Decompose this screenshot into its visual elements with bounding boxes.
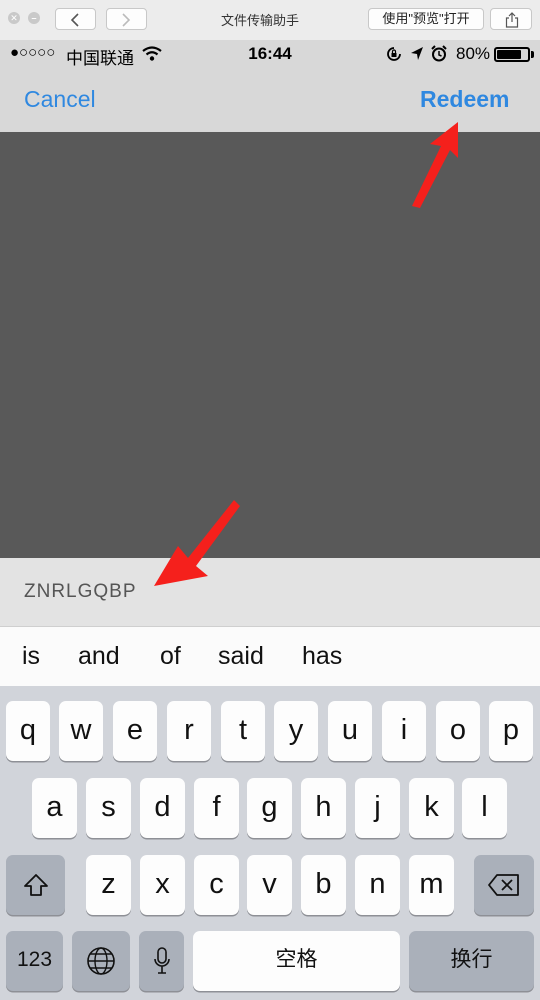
- suggestion-item[interactable]: said: [218, 642, 264, 671]
- key-v[interactable]: v: [247, 855, 292, 915]
- suggestion-item[interactable]: is: [22, 642, 40, 671]
- numbers-key[interactable]: 123: [6, 931, 63, 991]
- space-key[interactable]: 空格: [193, 931, 400, 991]
- key-t[interactable]: t: [221, 701, 265, 761]
- globe-key[interactable]: [72, 931, 130, 991]
- shift-icon: [23, 874, 48, 896]
- back-button[interactable]: [55, 8, 96, 30]
- key-d[interactable]: d: [140, 778, 185, 838]
- rotation-lock-icon: [387, 47, 401, 61]
- location-icon: [411, 47, 423, 60]
- code-value: ZNRLGQBP: [24, 581, 137, 602]
- battery-tip: [531, 51, 534, 58]
- key-m[interactable]: m: [409, 855, 454, 915]
- close-icon: ✕: [10, 13, 18, 23]
- key-y[interactable]: y: [274, 701, 318, 761]
- key-o[interactable]: o: [436, 701, 480, 761]
- key-i[interactable]: i: [382, 701, 426, 761]
- cancel-button[interactable]: Cancel: [24, 86, 96, 113]
- battery-fill: [497, 50, 521, 59]
- suggestion-item[interactable]: of: [160, 642, 181, 671]
- delete-icon: [488, 874, 519, 896]
- arrow-icon: [154, 500, 240, 586]
- forward-button[interactable]: [106, 8, 147, 30]
- shift-key[interactable]: [6, 855, 65, 915]
- redeem-button[interactable]: Redeem: [420, 86, 509, 113]
- open-with-preview-button[interactable]: 使用"预览"打开: [368, 8, 484, 30]
- share-icon: [505, 12, 519, 28]
- share-button[interactable]: [490, 8, 532, 30]
- return-key[interactable]: 换行: [409, 931, 534, 991]
- battery-icon: [494, 47, 530, 62]
- key-a[interactable]: a: [32, 778, 77, 838]
- key-w[interactable]: w: [59, 701, 103, 761]
- key-h[interactable]: h: [301, 778, 346, 838]
- microphone-icon: [153, 947, 170, 974]
- key-e[interactable]: e: [113, 701, 157, 761]
- key-k[interactable]: k: [409, 778, 454, 838]
- suggestion-item[interactable]: has: [302, 642, 342, 671]
- key-u[interactable]: u: [328, 701, 372, 761]
- minimize-button[interactable]: –: [28, 12, 40, 24]
- key-n[interactable]: n: [355, 855, 400, 915]
- key-q[interactable]: q: [6, 701, 50, 761]
- key-x[interactable]: x: [140, 855, 185, 915]
- suggestion-item[interactable]: and: [78, 642, 120, 671]
- chevron-left-icon: [70, 13, 79, 27]
- key-r[interactable]: r: [167, 701, 211, 761]
- battery-percentage: 80%: [456, 44, 491, 63]
- key-b[interactable]: b: [301, 855, 346, 915]
- chevron-right-icon: [122, 13, 131, 27]
- arrow-icon: [412, 122, 458, 208]
- window-title: 文件传输助手: [220, 13, 299, 28]
- globe-icon: [87, 947, 115, 975]
- key-g[interactable]: g: [247, 778, 292, 838]
- delete-key[interactable]: [474, 855, 534, 915]
- key-c[interactable]: c: [194, 855, 239, 915]
- dictation-key[interactable]: [139, 931, 184, 991]
- key-j[interactable]: j: [355, 778, 400, 838]
- key-f[interactable]: f: [194, 778, 239, 838]
- alarm-icon: [431, 45, 447, 62]
- key-z[interactable]: z: [86, 855, 131, 915]
- minimize-icon: –: [31, 13, 37, 23]
- close-button[interactable]: ✕: [8, 12, 20, 24]
- key-p[interactable]: p: [489, 701, 533, 761]
- key-l[interactable]: l: [462, 778, 507, 838]
- key-s[interactable]: s: [86, 778, 131, 838]
